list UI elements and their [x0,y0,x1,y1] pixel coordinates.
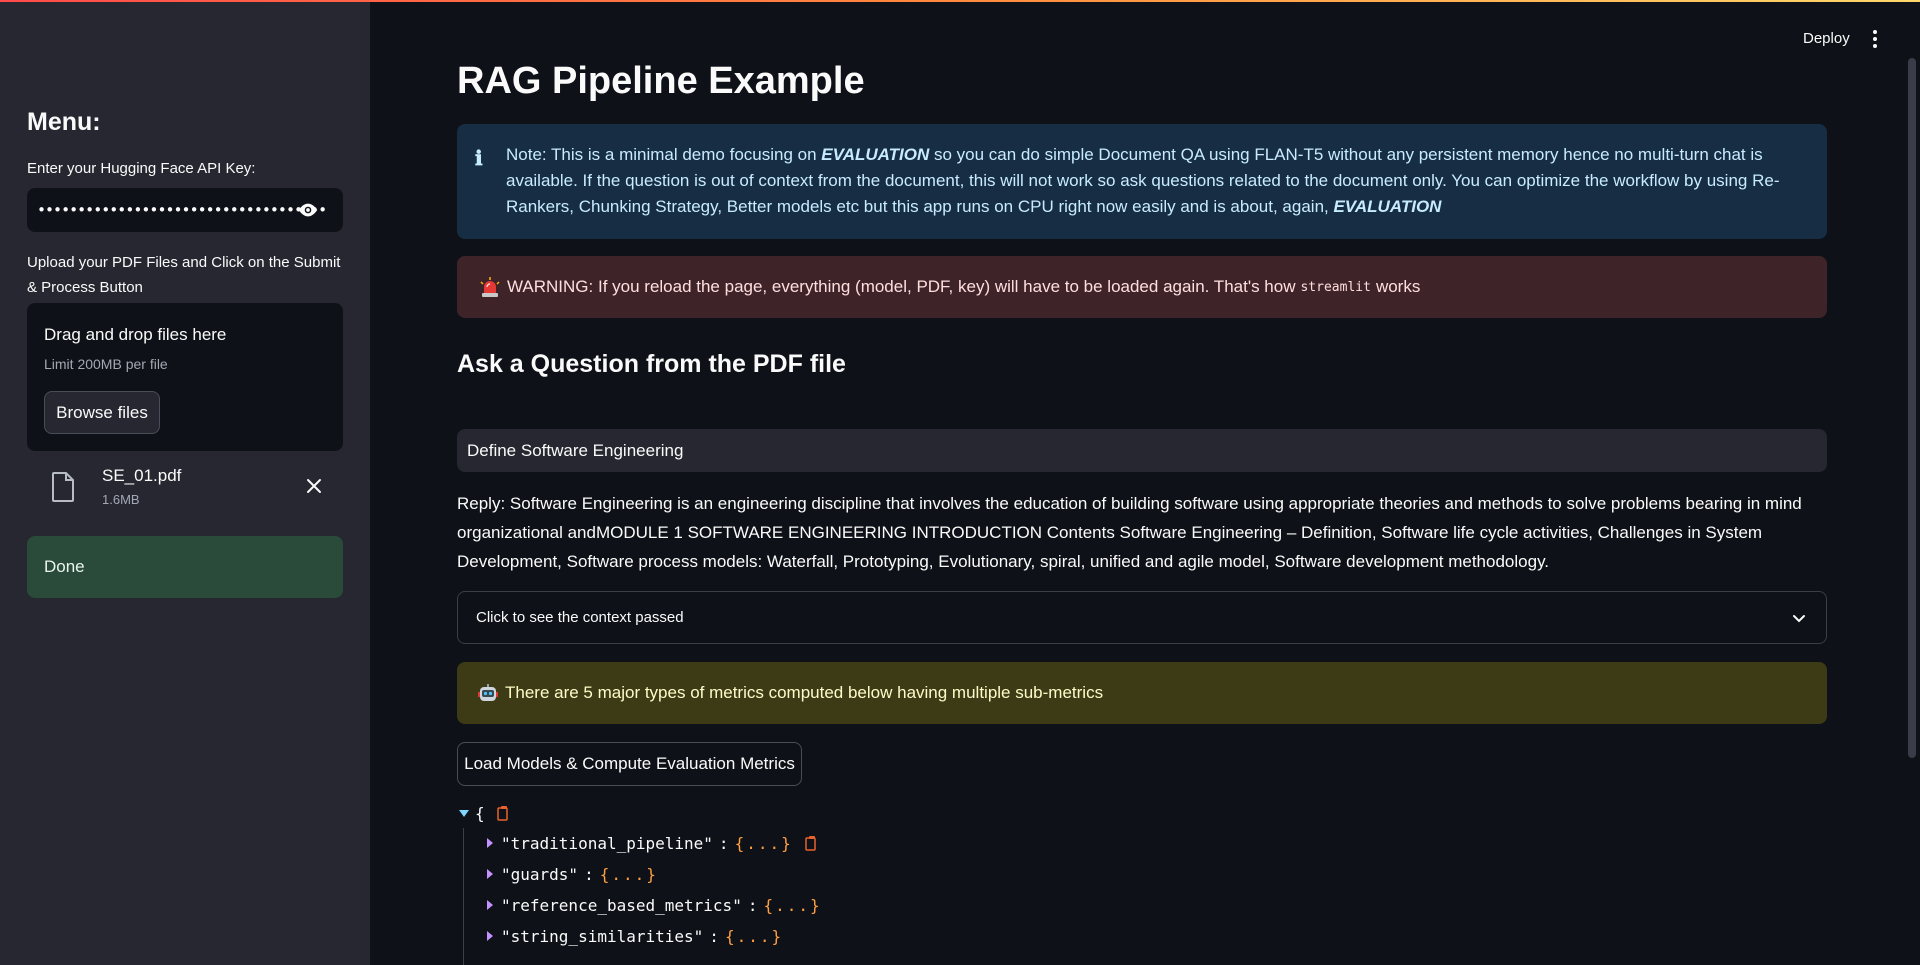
copy-icon[interactable] [804,835,819,851]
compute-metrics-button[interactable]: Load Models & Compute Evaluation Metrics [457,742,802,786]
metrics-notice: There are 5 major types of metrics compu… [457,662,1827,724]
deploy-button[interactable]: Deploy [1803,30,1850,47]
browse-files-button[interactable]: Browse files [44,391,160,434]
info-icon: ℹ [475,146,483,170]
api-key-label: Enter your Hugging Face API Key: [27,160,256,177]
metrics-notice-text: There are 5 major types of metrics compu… [505,683,1104,702]
uploaded-file-item: SE_01.pdf 1.6MB [27,460,343,516]
question-input[interactable]: Define Software Engineering [457,429,1827,472]
eye-icon[interactable] [297,201,319,219]
chevron-down-icon [1793,615,1805,623]
expand-icon[interactable] [487,869,493,879]
reply-text: Reply: Software Engineering is an engine… [457,494,1802,571]
json-row[interactable]: "reference_based_metrics" : {...} [487,892,822,918]
json-indent-guide [463,828,464,965]
warning-text: WARNING: If you reload the page, everyth… [507,277,1296,296]
expand-icon[interactable] [487,838,493,848]
section-title: Ask a Question from the PDF file [457,350,846,378]
dropzone-title: Drag and drop files here [44,325,227,344]
json-open-brace: { [475,803,485,823]
dropzone-limit: Limit 200MB per file [44,356,168,372]
api-key-masked-value: •••••••••••••••••••••••••••••••••••• [37,201,327,219]
collapse-icon[interactable] [459,809,469,817]
expand-icon[interactable] [487,900,493,910]
main-scrollbar[interactable] [1908,58,1916,758]
kebab-menu-icon[interactable] [1872,30,1878,48]
sidebar: Menu: Enter your Hugging Face API Key: •… [0,0,370,965]
expand-icon[interactable] [487,931,493,941]
info-alert-text: Note: This is a minimal demo focusing on… [506,145,1780,216]
json-row[interactable]: "guards" : {...} [487,861,658,887]
status-done-alert: Done [27,536,343,598]
file-name: SE_01.pdf [102,466,182,485]
copy-icon[interactable] [496,805,511,821]
warning-text-end: works [1375,277,1421,296]
sidebar-title: Menu: [27,108,101,136]
close-icon[interactable] [306,478,322,494]
page-title: RAG Pipeline Example [457,60,865,102]
expander-label: Click to see the context passed [476,609,684,626]
api-key-input[interactable]: •••••••••••••••••••••••••••••••••••• [27,188,343,232]
file-icon [52,472,74,502]
siren-icon [480,277,500,297]
json-row[interactable]: "string_similarities" : {...} [487,923,783,949]
warning-code: streamlit [1300,279,1371,295]
json-root[interactable]: { [457,800,511,826]
context-expander[interactable]: Click to see the context passed [457,591,1827,644]
file-size: 1.6MB [102,492,140,507]
robot-icon [478,684,498,701]
top-decoration-bar [0,0,1920,2]
json-row[interactable]: "traditional_pipeline" : {...} [487,830,819,856]
file-dropzone[interactable]: Drag and drop files here Limit 200MB per… [27,303,343,451]
info-alert: ℹ Note: This is a minimal demo focusing … [457,124,1827,239]
upload-label: Upload your PDF Files and Click on the S… [27,254,341,296]
warning-alert: WARNING: If you reload the page, everyth… [457,256,1827,318]
